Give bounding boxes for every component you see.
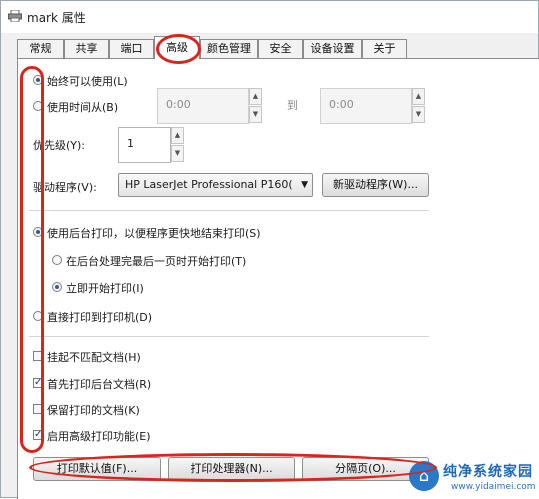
advanced-features-checkbox[interactable]: ✓ bbox=[33, 430, 43, 440]
start-after-last-page-label: 在后台处理完最后一页时开始打印(T) bbox=[66, 255, 247, 268]
end-time-field[interactable]: 0:00 bbox=[320, 88, 412, 124]
tab-about[interactable]: 关于 bbox=[362, 39, 407, 58]
available-from-label: 使用时间从(B) bbox=[47, 101, 119, 114]
properties-window: mark 属性 常规 共享 端口 高级 颜色管理 安全 设备设置 关于 始终可以… bbox=[0, 0, 539, 499]
tab-advanced[interactable]: 高级 bbox=[154, 36, 200, 59]
tab-device-settings[interactable]: 设备设置 bbox=[303, 39, 362, 58]
chevron-down-icon: ▼ bbox=[301, 180, 308, 190]
available-from-radio[interactable] bbox=[33, 101, 43, 111]
start-immediately-radio[interactable] bbox=[52, 282, 62, 292]
print-direct-radio[interactable] bbox=[33, 311, 43, 321]
tab-ports[interactable]: 端口 bbox=[109, 39, 154, 58]
tab-color-management[interactable]: 颜色管理 bbox=[200, 39, 258, 58]
watermark-url: www.yidaimei.com bbox=[451, 482, 536, 492]
spool-print-label: 使用后台打印，以便程序更快地结束打印(S) bbox=[47, 227, 261, 240]
spinner-down-icon[interactable]: ▼ bbox=[249, 106, 262, 123]
hold-mismatched-label: 挂起不匹配文档(H) bbox=[47, 351, 141, 364]
new-driver-button[interactable]: 新驱动程序(W)... bbox=[322, 173, 429, 197]
start-time-spinner[interactable]: ▲ ▼ bbox=[249, 88, 262, 124]
watermark: ⌂ 纯净系统家园 www.yidaimei.com bbox=[405, 457, 539, 499]
printing-defaults-button[interactable]: 打印默认值(F)... bbox=[33, 457, 161, 481]
spool-print-radio[interactable] bbox=[33, 227, 43, 237]
keep-printed-label: 保留打印的文档(K) bbox=[47, 404, 140, 417]
spinner-down-icon[interactable]: ▼ bbox=[412, 106, 425, 123]
always-available-radio[interactable] bbox=[33, 75, 43, 85]
priority-label: 优先级(Y): bbox=[33, 139, 86, 152]
end-time-value: 0:00 bbox=[329, 98, 354, 111]
keep-printed-checkbox[interactable] bbox=[33, 404, 43, 414]
priority-value: 1 bbox=[127, 137, 134, 150]
divider bbox=[29, 210, 429, 211]
print-direct-label: 直接打印到打印机(D) bbox=[47, 311, 153, 324]
hold-mismatched-checkbox[interactable] bbox=[33, 351, 43, 361]
divider bbox=[29, 336, 429, 337]
tab-general[interactable]: 常规 bbox=[17, 39, 64, 58]
driver-select[interactable]: HP LaserJet Professional P160( ▼ bbox=[118, 173, 313, 197]
driver-selected-value: HP LaserJet Professional P160( bbox=[125, 178, 293, 191]
start-time-value: 0:00 bbox=[166, 98, 191, 111]
to-label: 到 bbox=[287, 99, 298, 112]
spinner-up-icon[interactable]: ▲ bbox=[412, 88, 425, 105]
title-bar: mark 属性 bbox=[1, 1, 538, 33]
start-immediately-label: 立即开始打印(I) bbox=[66, 282, 144, 295]
print-processor-button[interactable]: 打印处理器(N)... bbox=[168, 457, 295, 481]
print-spooled-first-checkbox[interactable]: ✓ bbox=[33, 378, 43, 388]
priority-spinner[interactable]: ▲ ▼ bbox=[171, 127, 184, 163]
advanced-features-label: 启用高级打印功能(E) bbox=[47, 430, 151, 443]
window-title: mark 属性 bbox=[27, 11, 86, 25]
priority-field[interactable]: 1 bbox=[118, 127, 171, 163]
tab-security[interactable]: 安全 bbox=[258, 39, 303, 58]
spinner-down-icon[interactable]: ▼ bbox=[171, 145, 184, 162]
printer-icon bbox=[8, 10, 22, 22]
start-after-last-page-radio[interactable] bbox=[52, 255, 62, 265]
tab-sharing[interactable]: 共享 bbox=[64, 39, 109, 58]
watermark-text: 纯净系统家园 bbox=[443, 464, 533, 480]
end-time-spinner[interactable]: ▲ ▼ bbox=[412, 88, 425, 124]
spinner-up-icon[interactable]: ▲ bbox=[249, 88, 262, 105]
house-logo-icon: ⌂ bbox=[409, 461, 439, 491]
spinner-up-icon[interactable]: ▲ bbox=[171, 127, 184, 144]
print-spooled-first-label: 首先打印后台文档(R) bbox=[47, 378, 152, 391]
always-available-label: 始终可以使用(L) bbox=[47, 75, 128, 88]
driver-label: 驱动程序(V): bbox=[33, 181, 97, 194]
start-time-field[interactable]: 0:00 bbox=[157, 88, 249, 124]
